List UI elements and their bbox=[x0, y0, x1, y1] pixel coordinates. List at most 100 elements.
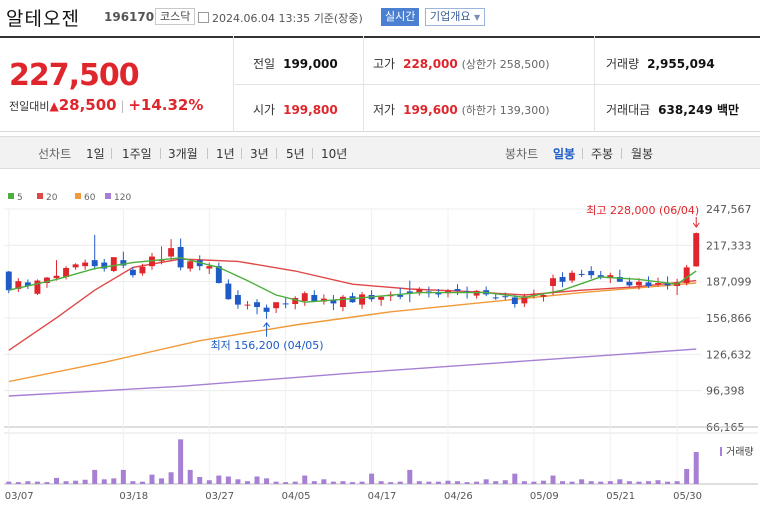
candle bbox=[82, 259, 89, 270]
candle-body bbox=[578, 273, 585, 275]
volume-bar bbox=[283, 482, 289, 484]
candle bbox=[416, 287, 423, 296]
volume-bar bbox=[540, 480, 546, 484]
candle bbox=[273, 302, 280, 314]
candle bbox=[254, 299, 260, 315]
y-tick-label: 217,333 bbox=[706, 239, 752, 252]
candle-body bbox=[91, 260, 98, 267]
min-annotation: 최저 156,200 (04/05) bbox=[211, 339, 324, 352]
candle bbox=[168, 239, 175, 261]
volume-bar bbox=[655, 480, 661, 484]
y-tick-label: 96,398 bbox=[706, 385, 745, 398]
x-tick-label: 03/07 bbox=[5, 491, 34, 502]
volume-bar bbox=[25, 481, 31, 484]
volume-bar bbox=[73, 480, 79, 484]
candle-body bbox=[359, 294, 366, 305]
candle-body bbox=[129, 269, 136, 276]
legend-swatch bbox=[75, 193, 81, 199]
volume-bar bbox=[464, 482, 470, 484]
volume-bar bbox=[521, 481, 527, 484]
legend-label: 5 bbox=[17, 193, 23, 203]
volume-bar bbox=[598, 481, 604, 484]
volume-bar bbox=[206, 480, 212, 484]
volume-bar bbox=[216, 475, 222, 484]
candle-body bbox=[502, 296, 509, 298]
x-tick-label: 03/27 bbox=[205, 491, 234, 502]
candle-body bbox=[263, 307, 270, 312]
candle-body bbox=[53, 275, 60, 279]
volume-bar bbox=[244, 481, 250, 484]
x-tick-label: 04/26 bbox=[444, 491, 473, 502]
volume-bar bbox=[321, 479, 327, 484]
volume-bar bbox=[225, 476, 231, 484]
candle bbox=[473, 290, 480, 299]
volume-bar bbox=[560, 481, 566, 484]
candle bbox=[244, 301, 251, 310]
volume-bar bbox=[445, 480, 451, 484]
candle-body bbox=[378, 296, 385, 300]
x-tick-label: 05/30 bbox=[673, 491, 702, 502]
candle bbox=[215, 262, 222, 284]
legend-swatch bbox=[8, 193, 14, 199]
candle-body bbox=[5, 271, 12, 291]
candle-body bbox=[540, 295, 547, 297]
volume-bar bbox=[388, 482, 394, 484]
candle bbox=[177, 238, 184, 271]
volume-bar bbox=[369, 473, 375, 484]
volume-bar bbox=[607, 481, 613, 484]
candle bbox=[569, 270, 576, 283]
candle bbox=[263, 304, 270, 319]
candle bbox=[406, 280, 413, 303]
volume-bar bbox=[292, 481, 298, 484]
volume-bar bbox=[455, 481, 461, 484]
candle-body bbox=[626, 281, 633, 286]
volume-bar bbox=[311, 481, 317, 484]
candle bbox=[234, 290, 241, 309]
candle-body bbox=[139, 266, 146, 274]
stock-chart: 247,567 217,333 187,099 156,866 126,632 96,39… bbox=[4, 193, 758, 502]
candle-body bbox=[550, 278, 556, 286]
candle bbox=[320, 294, 327, 305]
volume-bar bbox=[378, 481, 384, 484]
volume-bar bbox=[34, 481, 40, 484]
candle bbox=[378, 296, 385, 306]
volume-bar bbox=[502, 480, 508, 484]
volume-bar bbox=[302, 475, 308, 484]
volume-bar bbox=[588, 481, 594, 484]
candle-body bbox=[645, 282, 652, 286]
candle-body bbox=[282, 303, 289, 305]
volume-label: 거래량 bbox=[726, 446, 754, 458]
candle bbox=[349, 292, 356, 303]
candle bbox=[292, 296, 299, 310]
volume-bar bbox=[92, 469, 98, 484]
volume-bar bbox=[617, 479, 623, 484]
max-arrow bbox=[692, 217, 700, 228]
candle bbox=[311, 290, 318, 303]
candle-body bbox=[110, 257, 117, 271]
volume-bar bbox=[674, 481, 680, 484]
volume-bar bbox=[139, 481, 145, 484]
grid bbox=[4, 208, 701, 428]
candle bbox=[454, 284, 461, 296]
candle-body bbox=[569, 272, 576, 281]
candle bbox=[282, 297, 289, 309]
candle bbox=[34, 279, 41, 296]
legend-label: 60 bbox=[84, 193, 96, 203]
candle-body bbox=[311, 295, 318, 302]
candle-body bbox=[655, 282, 661, 284]
legend-swatch bbox=[105, 193, 111, 199]
x-tick-label: 04/05 bbox=[282, 491, 311, 502]
volume-bar bbox=[340, 481, 346, 484]
volume-bar bbox=[626, 481, 632, 484]
candle bbox=[301, 291, 308, 306]
volume-bar bbox=[579, 479, 585, 484]
volume-bar bbox=[120, 469, 126, 484]
volume-bar bbox=[178, 439, 184, 484]
volume-bar bbox=[512, 473, 518, 484]
candle bbox=[616, 269, 623, 282]
volume-bar bbox=[54, 477, 60, 484]
candle-body bbox=[454, 288, 461, 291]
x-tick-label: 04/17 bbox=[368, 491, 397, 502]
candle bbox=[187, 260, 194, 272]
candle-body bbox=[72, 264, 79, 268]
